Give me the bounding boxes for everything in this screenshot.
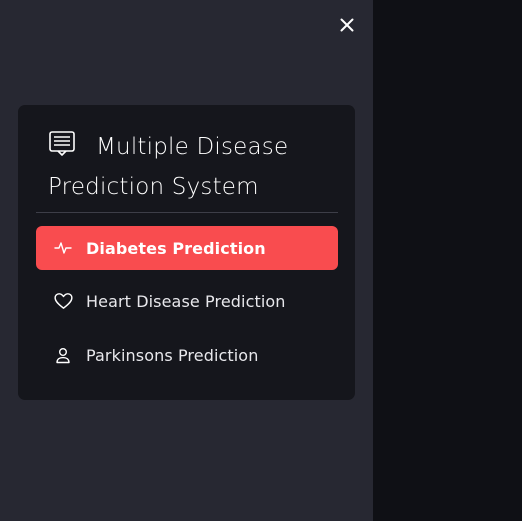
document-list-icon <box>49 131 75 156</box>
close-sidebar-button[interactable] <box>336 14 358 36</box>
nav-item-label: Diabetes Prediction <box>86 238 266 258</box>
option-menu: Multiple Disease Prediction System Diabe… <box>18 105 355 400</box>
activity-icon <box>53 238 73 258</box>
sidebar: Multiple Disease Prediction System Diabe… <box>0 0 373 521</box>
nav-item-label: Heart Disease Prediction <box>86 291 286 311</box>
nav-item-parkinsons-prediction[interactable]: Parkinsons Prediction <box>36 333 338 377</box>
nav-item-label: Parkinsons Prediction <box>86 345 259 365</box>
person-icon <box>53 345 73 365</box>
nav-item-diabetes-prediction[interactable]: Diabetes Prediction <box>36 226 338 270</box>
heart-icon <box>53 291 73 311</box>
menu-divider <box>36 212 338 213</box>
nav-item-heart-disease-prediction[interactable]: Heart Disease Prediction <box>36 279 338 323</box>
menu-title: Multiple Disease Prediction System <box>48 134 289 200</box>
close-icon <box>340 18 354 32</box>
main-content-area <box>373 0 522 521</box>
menu-header: Multiple Disease Prediction System <box>48 127 338 207</box>
